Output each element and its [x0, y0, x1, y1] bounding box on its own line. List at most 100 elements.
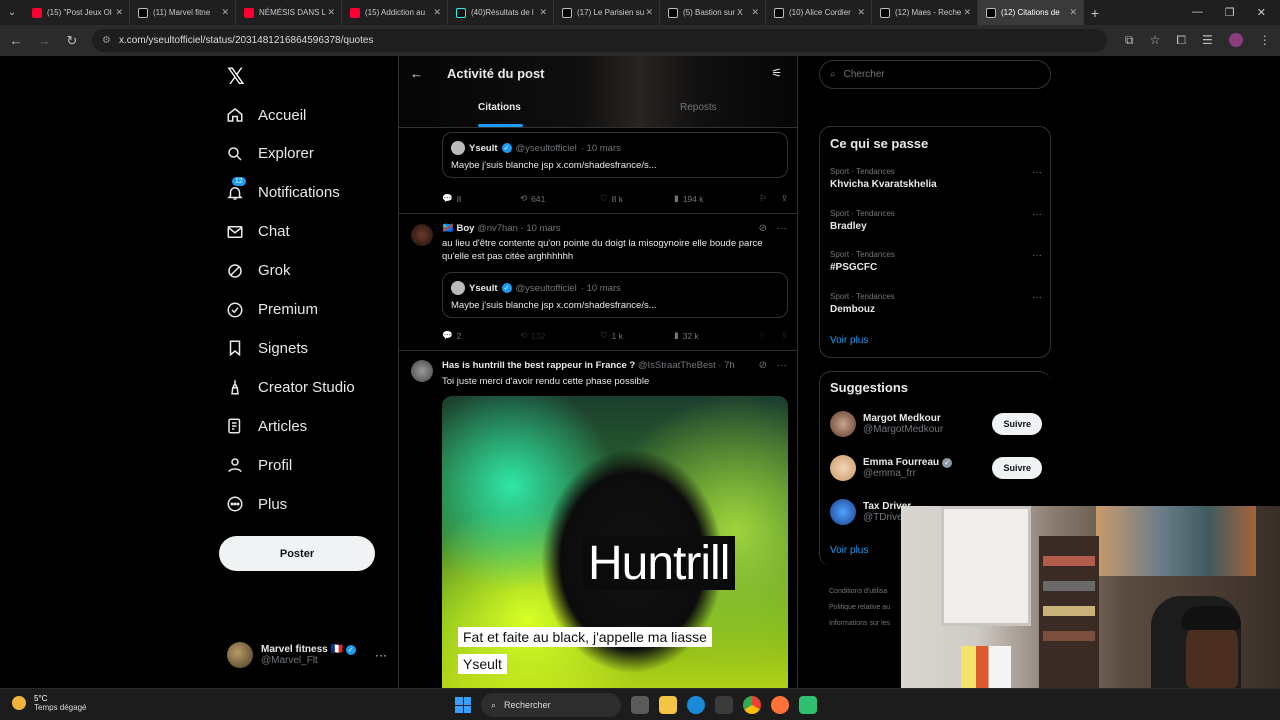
- reply-button[interactable]: 💬 2: [442, 330, 520, 341]
- nav-item-plus[interactable]: Plus: [226, 495, 287, 513]
- reply-button[interactable]: 💬 8: [442, 193, 520, 204]
- browser-tab[interactable]: (40)Résultats de l ✕: [448, 0, 554, 25]
- like-button[interactable]: ♡ 8 k: [600, 193, 674, 204]
- follow-button[interactable]: Suivre: [992, 413, 1042, 435]
- windows-start-icon[interactable]: [455, 697, 471, 713]
- nav-item-profil[interactable]: Profil: [226, 456, 292, 474]
- tab-citations[interactable]: Citations: [478, 102, 521, 113]
- more-options-icon[interactable]: ···: [777, 360, 787, 371]
- file-explorer-icon[interactable]: [659, 696, 677, 714]
- author-name[interactable]: Boy: [456, 223, 474, 234]
- trend-item[interactable]: Sport · Tendances Dembouz ···: [830, 292, 1042, 315]
- install-app-icon[interactable]: ⧉: [1125, 33, 1134, 48]
- weather-widget[interactable]: 5°C Temps dégagé: [12, 694, 86, 712]
- reading-list-icon[interactable]: ☰: [1202, 33, 1213, 48]
- browser-tab[interactable]: (5) Bastion sur X ✕: [660, 0, 766, 25]
- grok-icon[interactable]: ⊘: [759, 223, 767, 234]
- forward-nav-icon[interactable]: →: [36, 33, 52, 48]
- nav-item-accueil[interactable]: Accueil: [226, 106, 306, 124]
- browser-tab[interactable]: (11) Marvel fitne ✕: [130, 0, 236, 25]
- trend-more-icon[interactable]: ···: [1032, 209, 1042, 220]
- trend-more-icon[interactable]: ···: [1032, 167, 1042, 178]
- task-view-icon[interactable]: [631, 696, 649, 714]
- close-tab-icon[interactable]: ✕: [963, 7, 971, 18]
- taskbar-search[interactable]: ⌕ Rechercher: [481, 693, 621, 717]
- repost-button[interactable]: ⟲ 132: [520, 330, 600, 341]
- close-tab-icon[interactable]: ✕: [221, 7, 229, 18]
- account-switcher[interactable]: Marvel fitness 🇫🇷 ✓ @Marvel_Flt ···: [227, 642, 387, 668]
- reload-icon[interactable]: ↻: [64, 33, 80, 49]
- edge-icon[interactable]: [687, 696, 705, 714]
- follow-button[interactable]: Suivre: [992, 457, 1042, 479]
- browser-tab[interactable]: (12) Citations de ✕: [978, 0, 1084, 25]
- nav-item-creator-studio[interactable]: Creator Studio: [226, 378, 355, 396]
- close-tab-icon[interactable]: ✕: [1069, 7, 1077, 18]
- quoted-tweet[interactable]: Yseult ✓ @yseultofficiel · 10 mars Maybe…: [442, 132, 788, 178]
- close-tab-icon[interactable]: ✕: [751, 7, 759, 18]
- repost-button[interactable]: ⟲ 641: [520, 193, 600, 204]
- back-nav-icon[interactable]: ←: [8, 33, 24, 48]
- author-avatar[interactable]: [411, 360, 433, 382]
- nav-item-chat[interactable]: Chat: [226, 223, 290, 241]
- see-more-link[interactable]: Voir plus: [830, 545, 868, 556]
- share-icon[interactable]: ⇪: [781, 330, 788, 341]
- site-info-icon[interactable]: ⚙: [102, 35, 111, 46]
- close-window-button[interactable]: ✕: [1257, 6, 1266, 19]
- suggestion-item[interactable]: Margot Medkour @MargotMedkour Suivre: [830, 411, 1042, 437]
- bookmark-icon[interactable]: ⚐: [759, 330, 767, 341]
- bookmark-star-icon[interactable]: ☆: [1150, 33, 1161, 48]
- minimize-button[interactable]: —: [1192, 6, 1203, 19]
- share-icon[interactable]: ⇪: [781, 193, 788, 204]
- suggestion-item[interactable]: Emma Fourreau ✓ @emma_frr Suivre: [830, 455, 1042, 481]
- trend-more-icon[interactable]: ···: [1032, 292, 1042, 303]
- close-tab-icon[interactable]: ✕: [115, 7, 123, 18]
- suggestion-avatar[interactable]: [830, 499, 856, 525]
- trend-more-icon[interactable]: ···: [1032, 250, 1042, 261]
- browser-tab[interactable]: NÉMÉSIS DANS L ✕: [236, 0, 342, 25]
- browser-tab[interactable]: (15) "Post Jeux Ol ✕: [24, 0, 130, 25]
- post-media-image[interactable]: Huntrill Fat et faite au black, j'appell…: [442, 396, 788, 688]
- chrome-icon[interactable]: [743, 696, 761, 714]
- author-name[interactable]: Has is huntrill the best rappeur in Fran…: [442, 360, 635, 371]
- url-field[interactable]: ⚙ x.com/yseultofficiel/status/2031481216…: [92, 29, 1107, 52]
- quote-post[interactable]: Yseult ✓ @yseultofficiel · 10 mars Maybe…: [399, 128, 797, 214]
- footer-link[interactable]: Conditions d'utilisa: [829, 584, 890, 600]
- browser-tab[interactable]: (10) Alice Cordier ✕: [766, 0, 872, 25]
- author-avatar[interactable]: [411, 224, 433, 246]
- footer-link[interactable]: Politique relative au: [829, 600, 890, 616]
- see-more-link[interactable]: Voir plus: [830, 335, 868, 346]
- filter-settings-icon[interactable]: ⚟: [771, 66, 782, 80]
- browser-tab[interactable]: (15) Addiction au ✕: [342, 0, 448, 25]
- views-button[interactable]: ▮ 32 k: [674, 330, 758, 341]
- close-tab-icon[interactable]: ✕: [645, 7, 653, 18]
- back-arrow-icon[interactable]: ←: [410, 66, 423, 81]
- nav-item-signets[interactable]: Signets: [226, 339, 308, 357]
- suggestion-avatar[interactable]: [830, 411, 856, 437]
- browser-tab[interactable]: (12) Maes - Reche ✕: [872, 0, 978, 25]
- close-tab-icon[interactable]: ✕: [539, 7, 547, 18]
- quoted-tweet[interactable]: Yseult ✓ @yseultofficiel · 10 mars Maybe…: [442, 272, 788, 318]
- footer-link[interactable]: Informations sur les: [829, 616, 890, 632]
- x-logo-icon[interactable]: 𝕏: [227, 64, 245, 90]
- close-tab-icon[interactable]: ✕: [857, 7, 865, 18]
- nav-item-grok[interactable]: Grok: [226, 262, 291, 280]
- like-button[interactable]: ♡ 1 k: [600, 330, 674, 341]
- views-button[interactable]: ▮ 194 k: [674, 193, 758, 204]
- profile-avatar[interactable]: [1228, 33, 1243, 47]
- trend-item[interactable]: Sport · Tendances #PSGCFC ···: [830, 250, 1042, 273]
- nav-item-explorer[interactable]: Explorer: [226, 145, 314, 163]
- quote-post[interactable]: 🇨🇩 Boy @nv7han · 10 mars ⊘ ··· au lieu d'…: [399, 214, 797, 351]
- tab-reposts[interactable]: Reposts: [680, 102, 717, 113]
- browser-tab[interactable]: (17) Le Parisien su ✕: [554, 0, 660, 25]
- new-tab-button[interactable]: +: [1084, 5, 1106, 21]
- trend-item[interactable]: Sport · Tendances Bradley ···: [830, 209, 1042, 232]
- nav-item-premium[interactable]: Premium: [226, 301, 318, 319]
- nav-item-articles[interactable]: Articles: [226, 417, 307, 435]
- bookmark-icon[interactable]: ⚐: [759, 193, 767, 204]
- extensions-icon[interactable]: ⧠: [1176, 33, 1186, 48]
- grok-icon[interactable]: ⊘: [759, 360, 767, 371]
- firefox-icon[interactable]: [771, 696, 789, 714]
- nav-item-notifications[interactable]: 12 Notifications: [226, 176, 340, 202]
- close-tab-icon[interactable]: ✕: [433, 7, 441, 18]
- search-input[interactable]: ⌕ Chercher: [819, 60, 1051, 89]
